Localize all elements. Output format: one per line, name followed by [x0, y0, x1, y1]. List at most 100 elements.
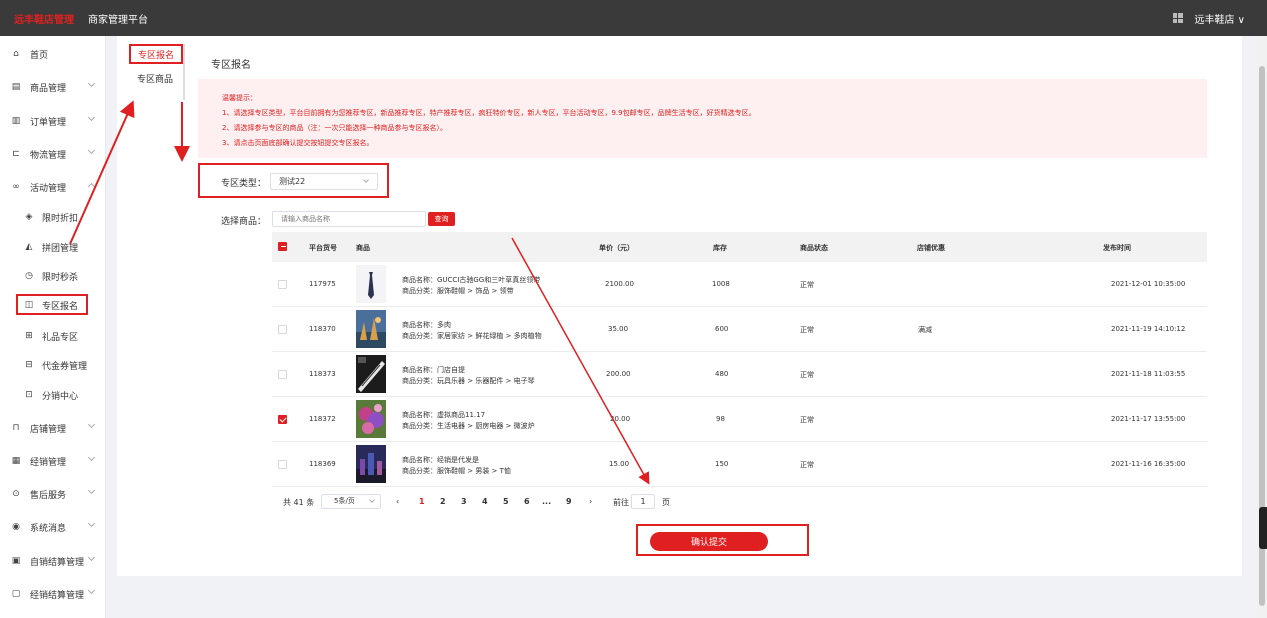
cell-sku: 118372 — [309, 415, 336, 423]
coupon-icon: ⊟ — [25, 360, 33, 370]
sidebar-item-messages[interactable]: ◉ 系统消息 — [0, 515, 106, 539]
product-name-line: 商品名称：多肉 — [402, 320, 451, 330]
row-checkbox[interactable] — [278, 460, 287, 469]
product-category: 服饰鞋帽 > 饰品 > 领带 — [437, 287, 514, 295]
sidebar-item-label: 售后服务 — [30, 490, 67, 501]
product-name: 多肉 — [437, 321, 451, 329]
goto-label: 前往 — [613, 498, 629, 507]
settle2-icon: ▢ — [11, 589, 21, 599]
store-icon: ⊓ — [12, 423, 20, 433]
platform-title: 商家管理平台 — [88, 14, 148, 26]
page-ellipsis[interactable]: ... — [542, 497, 551, 506]
cell-sku: 118370 — [309, 325, 336, 333]
sidebar-item-goods[interactable]: ▤ 商品管理 — [0, 75, 106, 99]
table-header: 平台货号 商品 单价（元） 库存 商品状态 店铺优惠 发布时间 — [272, 232, 1207, 262]
sidebar-item-self-settle[interactable]: ▣ 自销结算管理 — [0, 549, 106, 573]
sidebar-subitem-flashsale[interactable]: ◷ 限时秒杀 — [0, 264, 106, 288]
cell-stock: 600 — [715, 325, 729, 333]
row-checkbox[interactable] — [278, 325, 287, 334]
page-button-2[interactable]: 2 — [440, 497, 446, 506]
chevron-down-icon — [87, 146, 96, 155]
sidebar-item-home[interactable]: ⌂ 首页 — [0, 42, 106, 66]
logo: 远丰鞋店管理 — [14, 14, 74, 26]
topbar-right: 远丰鞋店 ∨ — [1172, 0, 1246, 36]
chevron-down-icon — [369, 497, 375, 503]
sidebar-item-store[interactable]: ⊓ 店铺管理 — [0, 416, 106, 440]
home-icon: ⌂ — [13, 49, 19, 59]
sidebar-item-service[interactable]: ⊙ 售后服务 — [0, 482, 106, 506]
sidebar-item-activity[interactable]: ∞ 活动管理 — [0, 175, 106, 199]
tips-title: 温馨提示： — [222, 94, 257, 102]
col-goods: 商品 — [356, 244, 370, 252]
sidebar-subitem-gift[interactable]: ⊞ 礼品专区 — [0, 324, 106, 348]
zone-type-select[interactable]: 测试22 — [270, 173, 378, 190]
tips-line: 1、请选择专区类型，平台目前拥有为您推荐专区，新品推荐专区，特产推荐专区，疯狂特… — [222, 109, 756, 117]
gift-icon: ⊞ — [25, 331, 33, 341]
sidebar-subitem-zone[interactable]: ◫ 专区报名 — [0, 293, 106, 317]
page-button-9[interactable]: 9 — [566, 497, 572, 506]
side-widget[interactable] — [1259, 507, 1267, 549]
next-page-button[interactable]: › — [589, 497, 592, 506]
page-size-select[interactable]: 5条/页 — [321, 494, 381, 509]
sidebar: ⌂ 首页 ▤ 商品管理 ▥ 订单管理 ⊏ 物流管理 ∞ 活动管理 ◈ 限时折扣 … — [0, 36, 106, 618]
product-category-line: 商品分类：服饰鞋帽 > 男装 > T恤 — [402, 466, 511, 476]
clock-icon: ◷ — [25, 271, 33, 281]
sidebar-subitem-group[interactable]: ◭ 拼团管理 — [0, 235, 106, 259]
cat-prefix: 商品分类： — [402, 422, 437, 430]
sidebar-subitem-label: 拼团管理 — [42, 243, 79, 254]
message-icon: ◉ — [12, 522, 20, 532]
page-button-6[interactable]: 6 — [524, 497, 530, 506]
tab-zone-signup[interactable]: 专区报名 — [129, 44, 183, 64]
product-category-line: 商品分类：玩具乐器 > 乐器配件 > 电子琴 — [402, 376, 535, 386]
sidebar-item-label: 自销结算管理 — [30, 557, 85, 568]
settle-icon: ▣ — [11, 556, 21, 566]
cell-sku: 118369 — [309, 460, 336, 468]
zone-type-value: 测试22 — [279, 177, 306, 186]
row-checkbox[interactable] — [278, 280, 287, 289]
confirm-submit-button[interactable]: 确认提交 — [650, 532, 768, 551]
cell-sku: 118373 — [309, 370, 336, 378]
chevron-down-icon — [87, 486, 96, 495]
prev-page-button[interactable]: ‹ — [396, 497, 399, 506]
page-button-5[interactable]: 5 — [503, 497, 509, 506]
cell-status: 正常 — [800, 461, 814, 469]
tab-zone-goods[interactable]: 专区商品 — [125, 68, 185, 88]
name-prefix: 商品名称： — [402, 366, 437, 374]
total-count: 共 41 条 — [283, 498, 315, 507]
product-category: 玩具乐器 > 乐器配件 > 电子琴 — [437, 377, 535, 385]
zone-icon: ◫ — [24, 300, 34, 310]
table-row: 118372 商品名称：虚拟商品11.17 商品分类：生活电器 > 厨房电器 >… — [272, 397, 1207, 442]
page-button-3[interactable]: 3 — [461, 497, 467, 506]
search-button[interactable]: 查询 — [428, 212, 455, 226]
shop-menu[interactable]: 远丰鞋店 ∨ — [1195, 11, 1246, 26]
sidebar-subitem-label: 礼品专区 — [42, 332, 79, 343]
sidebar-item-orders[interactable]: ▥ 订单管理 — [0, 109, 106, 133]
search-input[interactable] — [272, 211, 426, 227]
product-name-line: 商品名称：门店自提 — [402, 365, 465, 375]
page-button-4[interactable]: 4 — [482, 497, 488, 506]
goto-page-input[interactable]: 1 — [631, 494, 655, 509]
sidebar-item-label: 系统消息 — [30, 523, 67, 534]
sidebar-item-logistics[interactable]: ⊏ 物流管理 — [0, 142, 106, 166]
order-icon: ▥ — [11, 116, 21, 126]
row-checkbox[interactable] — [278, 415, 287, 424]
goods-icon: ▤ — [11, 82, 21, 92]
select-all-checkbox[interactable] — [278, 242, 287, 251]
grid-icon[interactable] — [1172, 13, 1183, 23]
cell-time: 2021-11-16 16:35:00 — [1111, 460, 1186, 468]
sidebar-subitem-distribution[interactable]: ⊡ 分销中心 — [0, 383, 106, 407]
dealer-icon: ▦ — [11, 456, 21, 466]
product-category-line: 商品分类：生活电器 > 厨房电器 > 微波炉 — [402, 421, 535, 431]
product-name: 门店自提 — [437, 366, 465, 374]
sidebar-item-dealer-settle[interactable]: ▢ 经销结算管理 — [0, 582, 106, 606]
cell-price: 35.00 — [608, 325, 629, 333]
row-checkbox[interactable] — [278, 370, 287, 379]
cell-price: 20.00 — [610, 415, 631, 423]
cell-price: 2100.00 — [605, 280, 634, 288]
sidebar-item-dealer[interactable]: ▦ 经销管理 — [0, 449, 106, 473]
sidebar-subitem-discount[interactable]: ◈ 限时折扣 — [0, 205, 106, 229]
sidebar-subitem-coupon[interactable]: ⊟ 代金券管理 — [0, 353, 106, 377]
page-button-1[interactable]: 1 — [419, 497, 425, 506]
chevron-up-icon — [87, 182, 96, 191]
tips-line: 3、请点击页面底部确认提交按钮提交专区报名。 — [222, 139, 374, 147]
